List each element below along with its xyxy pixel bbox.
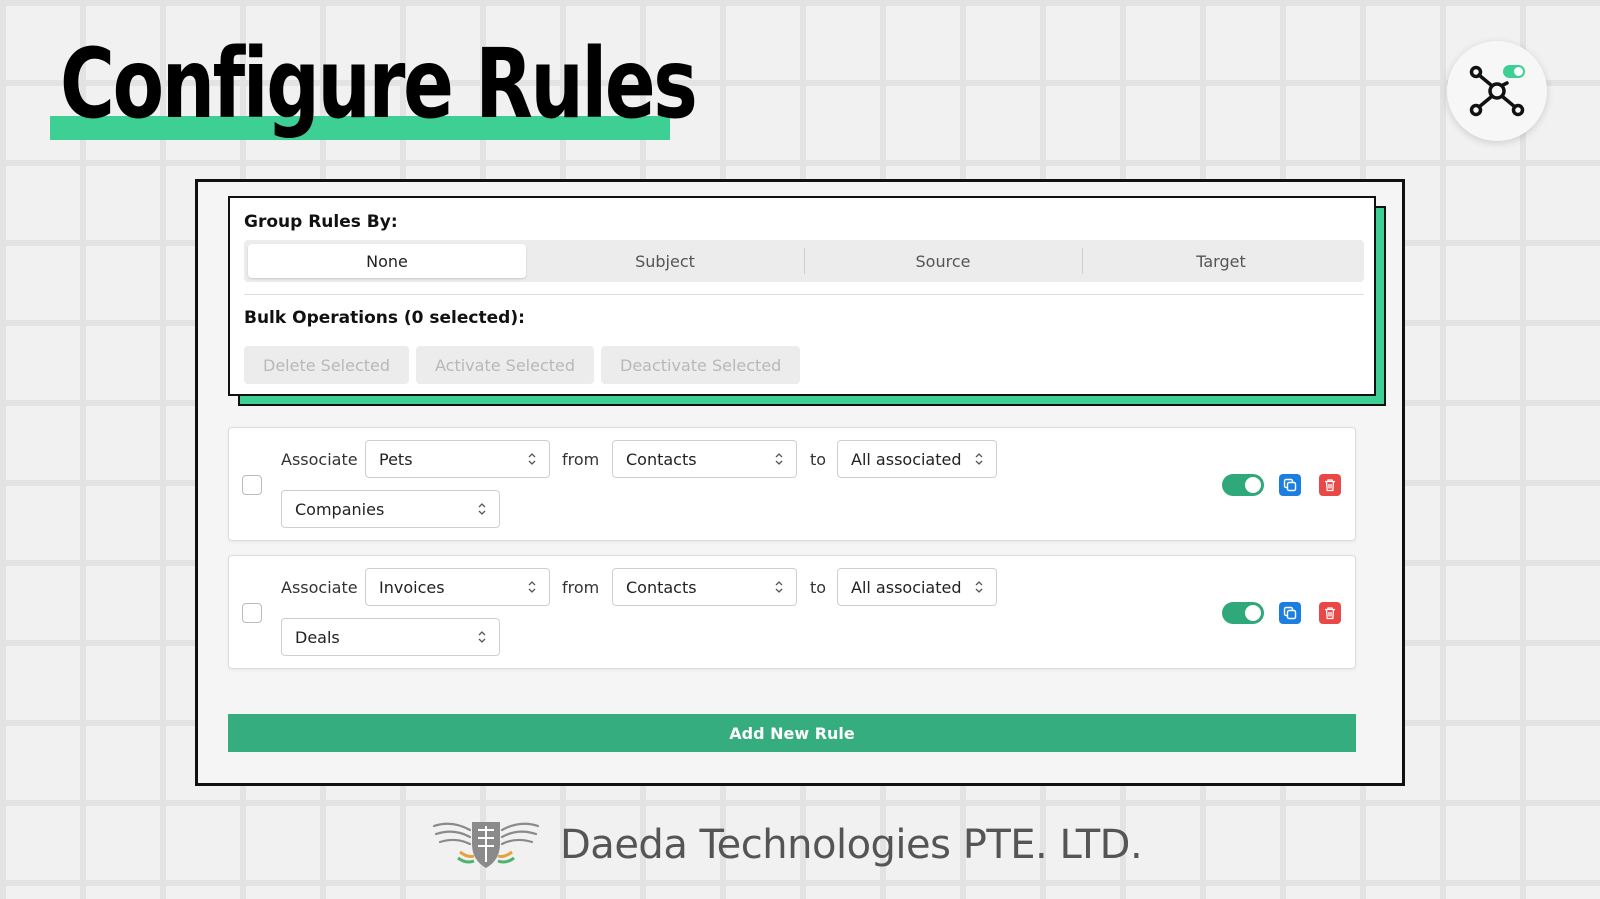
source-select-value: Contacts — [626, 577, 697, 597]
delete-rule-button[interactable] — [1319, 474, 1341, 496]
from-label: from — [562, 450, 600, 469]
object-select-value: Invoices — [379, 577, 445, 597]
target-select-value: Companies — [295, 499, 385, 519]
delete-selected-button[interactable]: Delete Selected — [244, 346, 410, 384]
target-select-value: Deals — [295, 627, 340, 647]
to-label: to — [810, 450, 827, 469]
group-rules-segmented: None Subject Source Target — [244, 240, 1364, 282]
group-option-source[interactable]: Source — [804, 244, 1082, 278]
rules-frame: Group Rules By: None Subject Source Targ… — [195, 179, 1405, 786]
deactivate-selected-button[interactable]: Deactivate Selected — [601, 346, 801, 384]
trash-icon — [1325, 607, 1335, 620]
associate-label: Associate — [281, 578, 358, 597]
chevron-updown-icon — [975, 581, 983, 593]
scope-select[interactable]: All associated — [837, 568, 997, 606]
scope-select-value: All associated — [851, 577, 962, 597]
app-badge — [1447, 41, 1547, 141]
options-panel: Group Rules By: None Subject Source Targ… — [228, 196, 1376, 396]
duplicate-rule-button[interactable] — [1279, 474, 1301, 496]
chevron-updown-icon — [478, 631, 486, 643]
from-label: from — [562, 578, 600, 597]
object-select[interactable]: Pets — [365, 440, 550, 478]
brand-name: Daeda Technologies PTE. LTD. — [560, 822, 1143, 868]
source-select[interactable]: Contacts — [612, 440, 797, 478]
copy-icon — [1283, 606, 1297, 620]
chevron-updown-icon — [478, 503, 486, 515]
add-new-rule-button[interactable]: Add New Rule — [228, 714, 1356, 752]
object-select[interactable]: Invoices — [365, 568, 550, 606]
winged-shield-logo — [432, 822, 540, 868]
target-select[interactable]: Companies — [281, 490, 500, 528]
source-select[interactable]: Contacts — [612, 568, 797, 606]
scope-select[interactable]: All associated — [837, 440, 997, 478]
associate-label: Associate — [281, 450, 358, 469]
chevron-updown-icon — [775, 581, 783, 593]
rule-card: Associate Invoices from Contacts to All … — [228, 555, 1356, 669]
chevron-updown-icon — [775, 453, 783, 465]
network-toggle-icon — [1469, 65, 1525, 117]
rule-active-toggle[interactable] — [1222, 474, 1264, 496]
copy-icon — [1283, 478, 1297, 492]
scope-select-value: All associated — [851, 449, 962, 469]
activate-selected-button[interactable]: Activate Selected — [416, 346, 595, 384]
rule-active-toggle[interactable] — [1222, 602, 1264, 624]
rule-card: Associate Pets from Contacts to All asso… — [228, 427, 1356, 541]
duplicate-rule-button[interactable] — [1279, 602, 1301, 624]
trash-icon — [1325, 479, 1335, 492]
object-select-value: Pets — [379, 449, 413, 469]
rule-select-checkbox[interactable] — [242, 603, 262, 623]
source-select-value: Contacts — [626, 449, 697, 469]
group-rules-label: Group Rules By: — [244, 212, 398, 232]
chevron-updown-icon — [975, 453, 983, 465]
group-option-target[interactable]: Target — [1082, 244, 1360, 278]
rule-select-checkbox[interactable] — [242, 475, 262, 495]
page-title: Configure Rules — [60, 28, 698, 140]
chevron-updown-icon — [528, 453, 536, 465]
bulk-operations-label: Bulk Operations (0 selected): — [244, 308, 525, 328]
panel-divider — [244, 294, 1364, 295]
to-label: to — [810, 578, 827, 597]
group-option-subject[interactable]: Subject — [526, 244, 804, 278]
group-option-none[interactable]: None — [248, 244, 526, 278]
target-select[interactable]: Deals — [281, 618, 500, 656]
delete-rule-button[interactable] — [1319, 602, 1341, 624]
chevron-updown-icon — [528, 581, 536, 593]
